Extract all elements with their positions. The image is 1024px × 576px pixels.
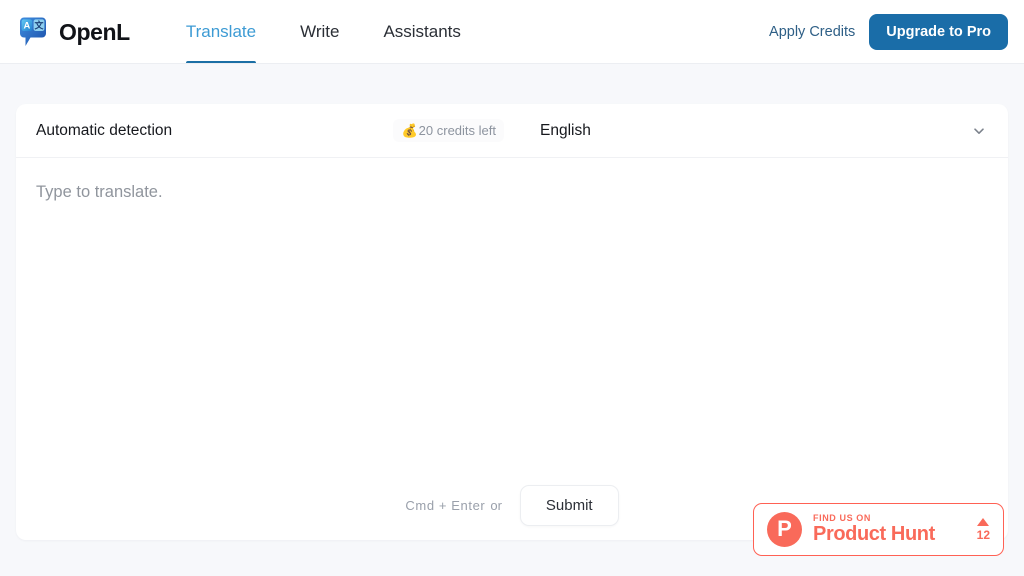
credits-badge[interactable]: 💰 20 credits left — [393, 119, 504, 142]
product-hunt-upvotes: 12 — [977, 518, 990, 541]
svg-text:文: 文 — [33, 20, 44, 32]
translate-badge-icon: A 文 — [16, 15, 50, 49]
svg-text:A: A — [24, 19, 31, 30]
tab-write-label: Write — [300, 22, 339, 42]
submit-hint: Cmd + Enter or — [405, 498, 502, 513]
editor-area — [16, 158, 1008, 476]
credits-text: 20 credits left — [419, 123, 496, 138]
apply-credits-link[interactable]: Apply Credits — [769, 24, 855, 40]
target-language-label: English — [540, 122, 591, 140]
translate-card: Automatic detection 💰 20 credits left En… — [16, 104, 1008, 540]
chevron-down-icon — [972, 124, 986, 138]
caret-up-icon — [977, 518, 989, 526]
app-header: A 文 OpenL Translate Write Assistants App… — [0, 0, 1024, 64]
product-hunt-logo-icon: P — [767, 512, 802, 547]
tab-assistants[interactable]: Assistants — [361, 0, 482, 64]
source-language-selector[interactable]: Automatic detection 💰 20 credits left — [16, 122, 512, 140]
tab-write[interactable]: Write — [278, 0, 361, 64]
tab-translate-label: Translate — [186, 22, 256, 42]
product-hunt-upvote-count: 12 — [977, 529, 990, 541]
tab-translate[interactable]: Translate — [164, 0, 278, 64]
upgrade-to-pro-button[interactable]: Upgrade to Pro — [869, 14, 1008, 50]
main-content: Automatic detection 💰 20 credits left En… — [0, 64, 1024, 576]
product-hunt-text: FIND US ON Product Hunt — [813, 514, 935, 546]
language-bar: Automatic detection 💰 20 credits left En… — [16, 104, 1008, 158]
header-actions: Apply Credits Upgrade to Pro — [769, 14, 1008, 50]
money-bag-icon: 💰 — [401, 124, 417, 137]
tab-assistants-label: Assistants — [383, 22, 460, 42]
source-language-label: Automatic detection — [36, 122, 172, 140]
brand[interactable]: A 文 OpenL — [16, 15, 130, 49]
brand-name: OpenL — [59, 19, 130, 46]
main-nav: Translate Write Assistants — [164, 0, 483, 64]
target-language-selector[interactable]: English — [512, 122, 1008, 140]
translate-input[interactable] — [16, 158, 1008, 476]
product-hunt-kicker: FIND US ON — [813, 514, 935, 524]
product-hunt-badge[interactable]: P FIND US ON Product Hunt 12 — [753, 503, 1004, 556]
product-hunt-logo-letter: P — [777, 518, 792, 540]
product-hunt-title: Product Hunt — [813, 524, 935, 545]
submit-hint-or: or — [490, 498, 502, 513]
submit-hint-keys: Cmd + Enter — [405, 498, 485, 513]
submit-button[interactable]: Submit — [520, 485, 619, 526]
